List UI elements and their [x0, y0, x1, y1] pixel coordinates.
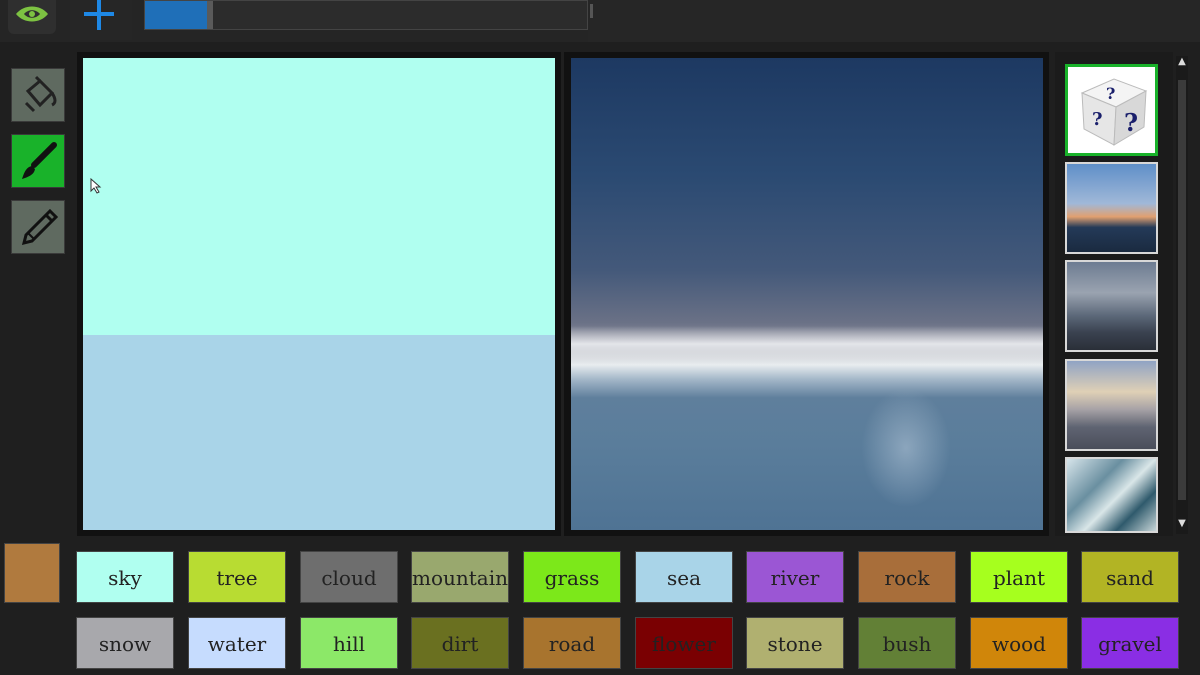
- segmentation-canvas[interactable]: [83, 58, 555, 530]
- thumbnail-scroll-thumb[interactable]: [1178, 80, 1186, 500]
- random-dice-icon: ? ? ?: [1080, 78, 1148, 146]
- pencil-tool[interactable]: [11, 200, 65, 254]
- add-button[interactable]: [70, 0, 132, 40]
- label-stone-button[interactable]: stone: [746, 617, 844, 669]
- plus-icon: [84, 0, 114, 30]
- mouse-cursor-icon: [90, 178, 102, 194]
- label-plant-button[interactable]: plant: [970, 551, 1068, 603]
- cloudy-style-thumbnail[interactable]: [1065, 260, 1158, 352]
- label-hill-button[interactable]: hill: [300, 617, 398, 669]
- scroll-up-arrow-icon[interactable]: ▲: [1175, 56, 1189, 68]
- top-bar-extension: [588, 0, 1200, 42]
- svg-text:?: ?: [1092, 109, 1103, 130]
- label-road-button[interactable]: road: [523, 617, 621, 669]
- nvidia-eye-icon: [16, 6, 48, 22]
- wave-style-thumbnail[interactable]: [1065, 457, 1158, 533]
- random-style-thumbnail[interactable]: ? ? ?: [1065, 64, 1158, 156]
- label-dirt-button[interactable]: dirt: [411, 617, 509, 669]
- label-mountain-button[interactable]: mountain: [411, 551, 509, 603]
- brush-tool[interactable]: [11, 134, 65, 188]
- pencil-icon: [21, 208, 59, 246]
- label-rock-button[interactable]: rock: [858, 551, 956, 603]
- label-flower-button[interactable]: flower: [635, 617, 733, 669]
- label-bush-button[interactable]: bush: [858, 617, 956, 669]
- canvas-region-sea: [83, 335, 555, 530]
- paint-bucket-icon: [24, 75, 57, 113]
- label-tree-button[interactable]: tree: [188, 551, 286, 603]
- scroll-down-arrow-icon[interactable]: ▼: [1175, 518, 1189, 530]
- brush-icon: [22, 142, 57, 179]
- svg-text:?: ?: [1124, 108, 1138, 137]
- paint-bucket-tool[interactable]: [11, 68, 65, 122]
- label-sand-button[interactable]: sand: [1081, 551, 1179, 603]
- dusk-style-thumbnail[interactable]: [1065, 359, 1158, 451]
- logo-button[interactable]: [8, 0, 56, 34]
- progress-bar: [144, 0, 588, 30]
- label-gravel-button[interactable]: gravel: [1081, 617, 1179, 669]
- water-reflection: [861, 388, 951, 508]
- sunset-style-thumbnail[interactable]: [1065, 162, 1158, 254]
- current-color-swatch: [4, 543, 60, 603]
- label-sky-button[interactable]: sky: [76, 551, 174, 603]
- progress-fill: [145, 1, 207, 29]
- label-cloud-button[interactable]: cloud: [300, 551, 398, 603]
- canvas-region-sky: [83, 58, 555, 335]
- label-wood-button[interactable]: wood: [970, 617, 1068, 669]
- horizon-glow: [571, 326, 1043, 366]
- svg-text:?: ?: [1106, 84, 1115, 103]
- label-river-button[interactable]: river: [746, 551, 844, 603]
- label-water-button[interactable]: water: [188, 617, 286, 669]
- gaugan-app: ? ? ? ▲ ▼ sky tree cloud mountain grass sea ri…: [0, 0, 1200, 675]
- label-grass-button[interactable]: grass: [523, 551, 621, 603]
- top-bar-notch: [590, 4, 593, 18]
- label-snow-button[interactable]: snow: [76, 617, 174, 669]
- label-sea-button[interactable]: sea: [635, 551, 733, 603]
- progress-knob[interactable]: [206, 1, 213, 29]
- generated-image: [571, 58, 1043, 530]
